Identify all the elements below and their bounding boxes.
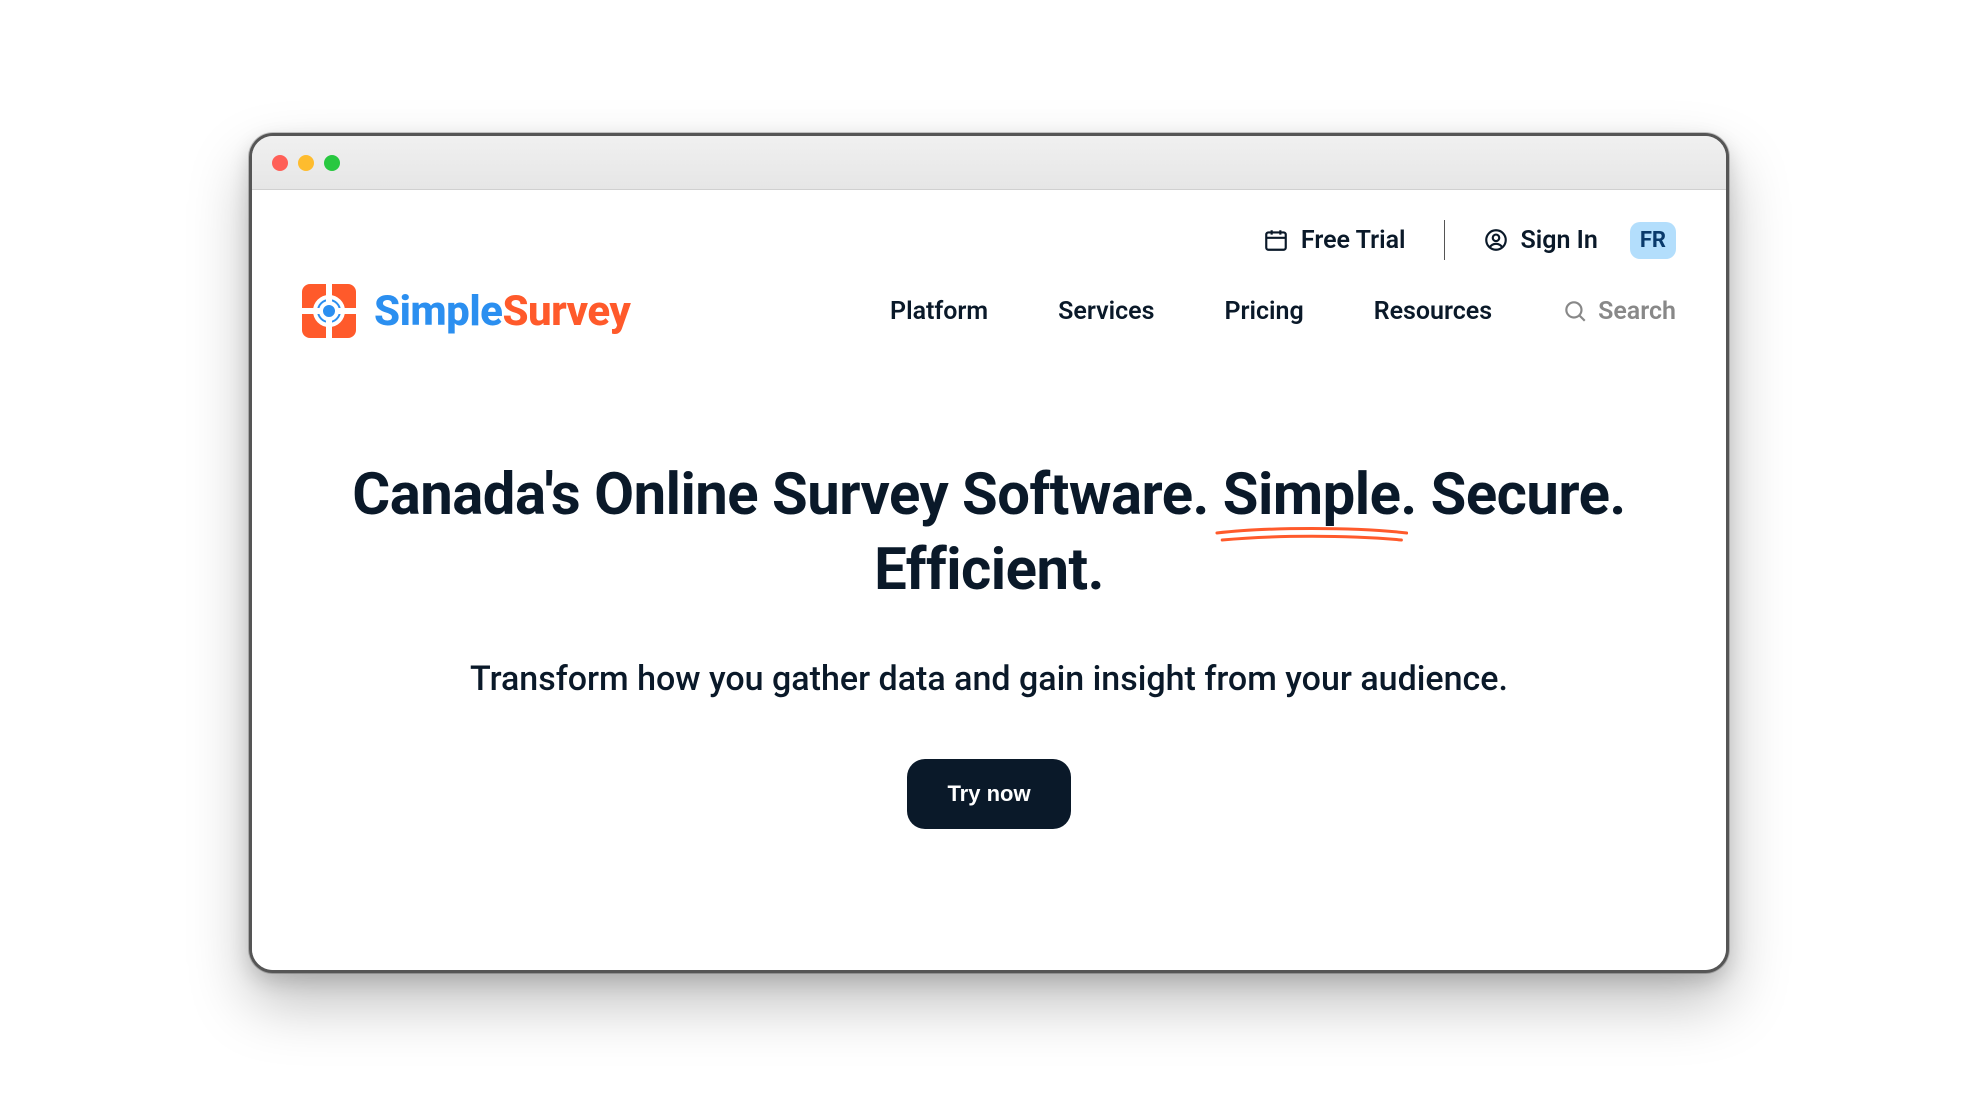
hero-section: Canada's Online Survey Software. Simple.… [302,458,1676,829]
nav-item-services[interactable]: Services [1058,297,1154,326]
free-trial-link[interactable]: Free Trial [1263,226,1406,255]
search-trigger[interactable]: Search [1562,297,1676,326]
page-content: Free Trial Sign In FR SimpleSurvey Platf… [252,190,1726,970]
calendar-icon [1263,227,1289,253]
nav-item-platform[interactable]: Platform [890,297,988,326]
window-titlebar [252,136,1726,190]
sign-in-link[interactable]: Sign In [1483,226,1598,255]
divider [1444,220,1445,260]
window-close-button[interactable] [272,155,288,171]
free-trial-label: Free Trial [1301,226,1406,255]
underline-scribble-icon [1215,525,1409,545]
main-nav: SimpleSurvey Platform Services Pricing R… [302,284,1676,338]
search-label: Search [1598,297,1676,326]
nav-links: Platform Services Pricing Resources Sear… [890,297,1676,326]
logo-text: SimpleSurvey [374,287,630,336]
utility-nav: Free Trial Sign In FR [302,190,1676,260]
hero-subtitle: Transform how you gather data and gain i… [322,659,1656,699]
nav-item-pricing[interactable]: Pricing [1224,297,1303,326]
hero-headline: Canada's Online Survey Software. Simple.… [322,458,1656,609]
try-now-button[interactable]: Try now [907,759,1070,829]
brand-logo[interactable]: SimpleSurvey [302,284,630,338]
search-icon [1562,298,1588,324]
user-icon [1483,227,1509,253]
logo-icon [302,284,356,338]
sign-in-label: Sign In [1521,226,1598,255]
logo-text-part2: Survey [502,287,630,336]
window-minimize-button[interactable] [298,155,314,171]
nav-item-resources[interactable]: Resources [1374,297,1492,326]
window-maximize-button[interactable] [324,155,340,171]
headline-emphasis: Simple [1223,458,1401,533]
language-toggle[interactable]: FR [1630,222,1676,259]
logo-text-part1: Simple [374,287,502,336]
browser-window: Free Trial Sign In FR SimpleSurvey Platf… [249,133,1729,973]
headline-pre: Canada's Online Survey Software. [352,461,1223,529]
headline-underlined-text: Simple [1223,461,1401,529]
